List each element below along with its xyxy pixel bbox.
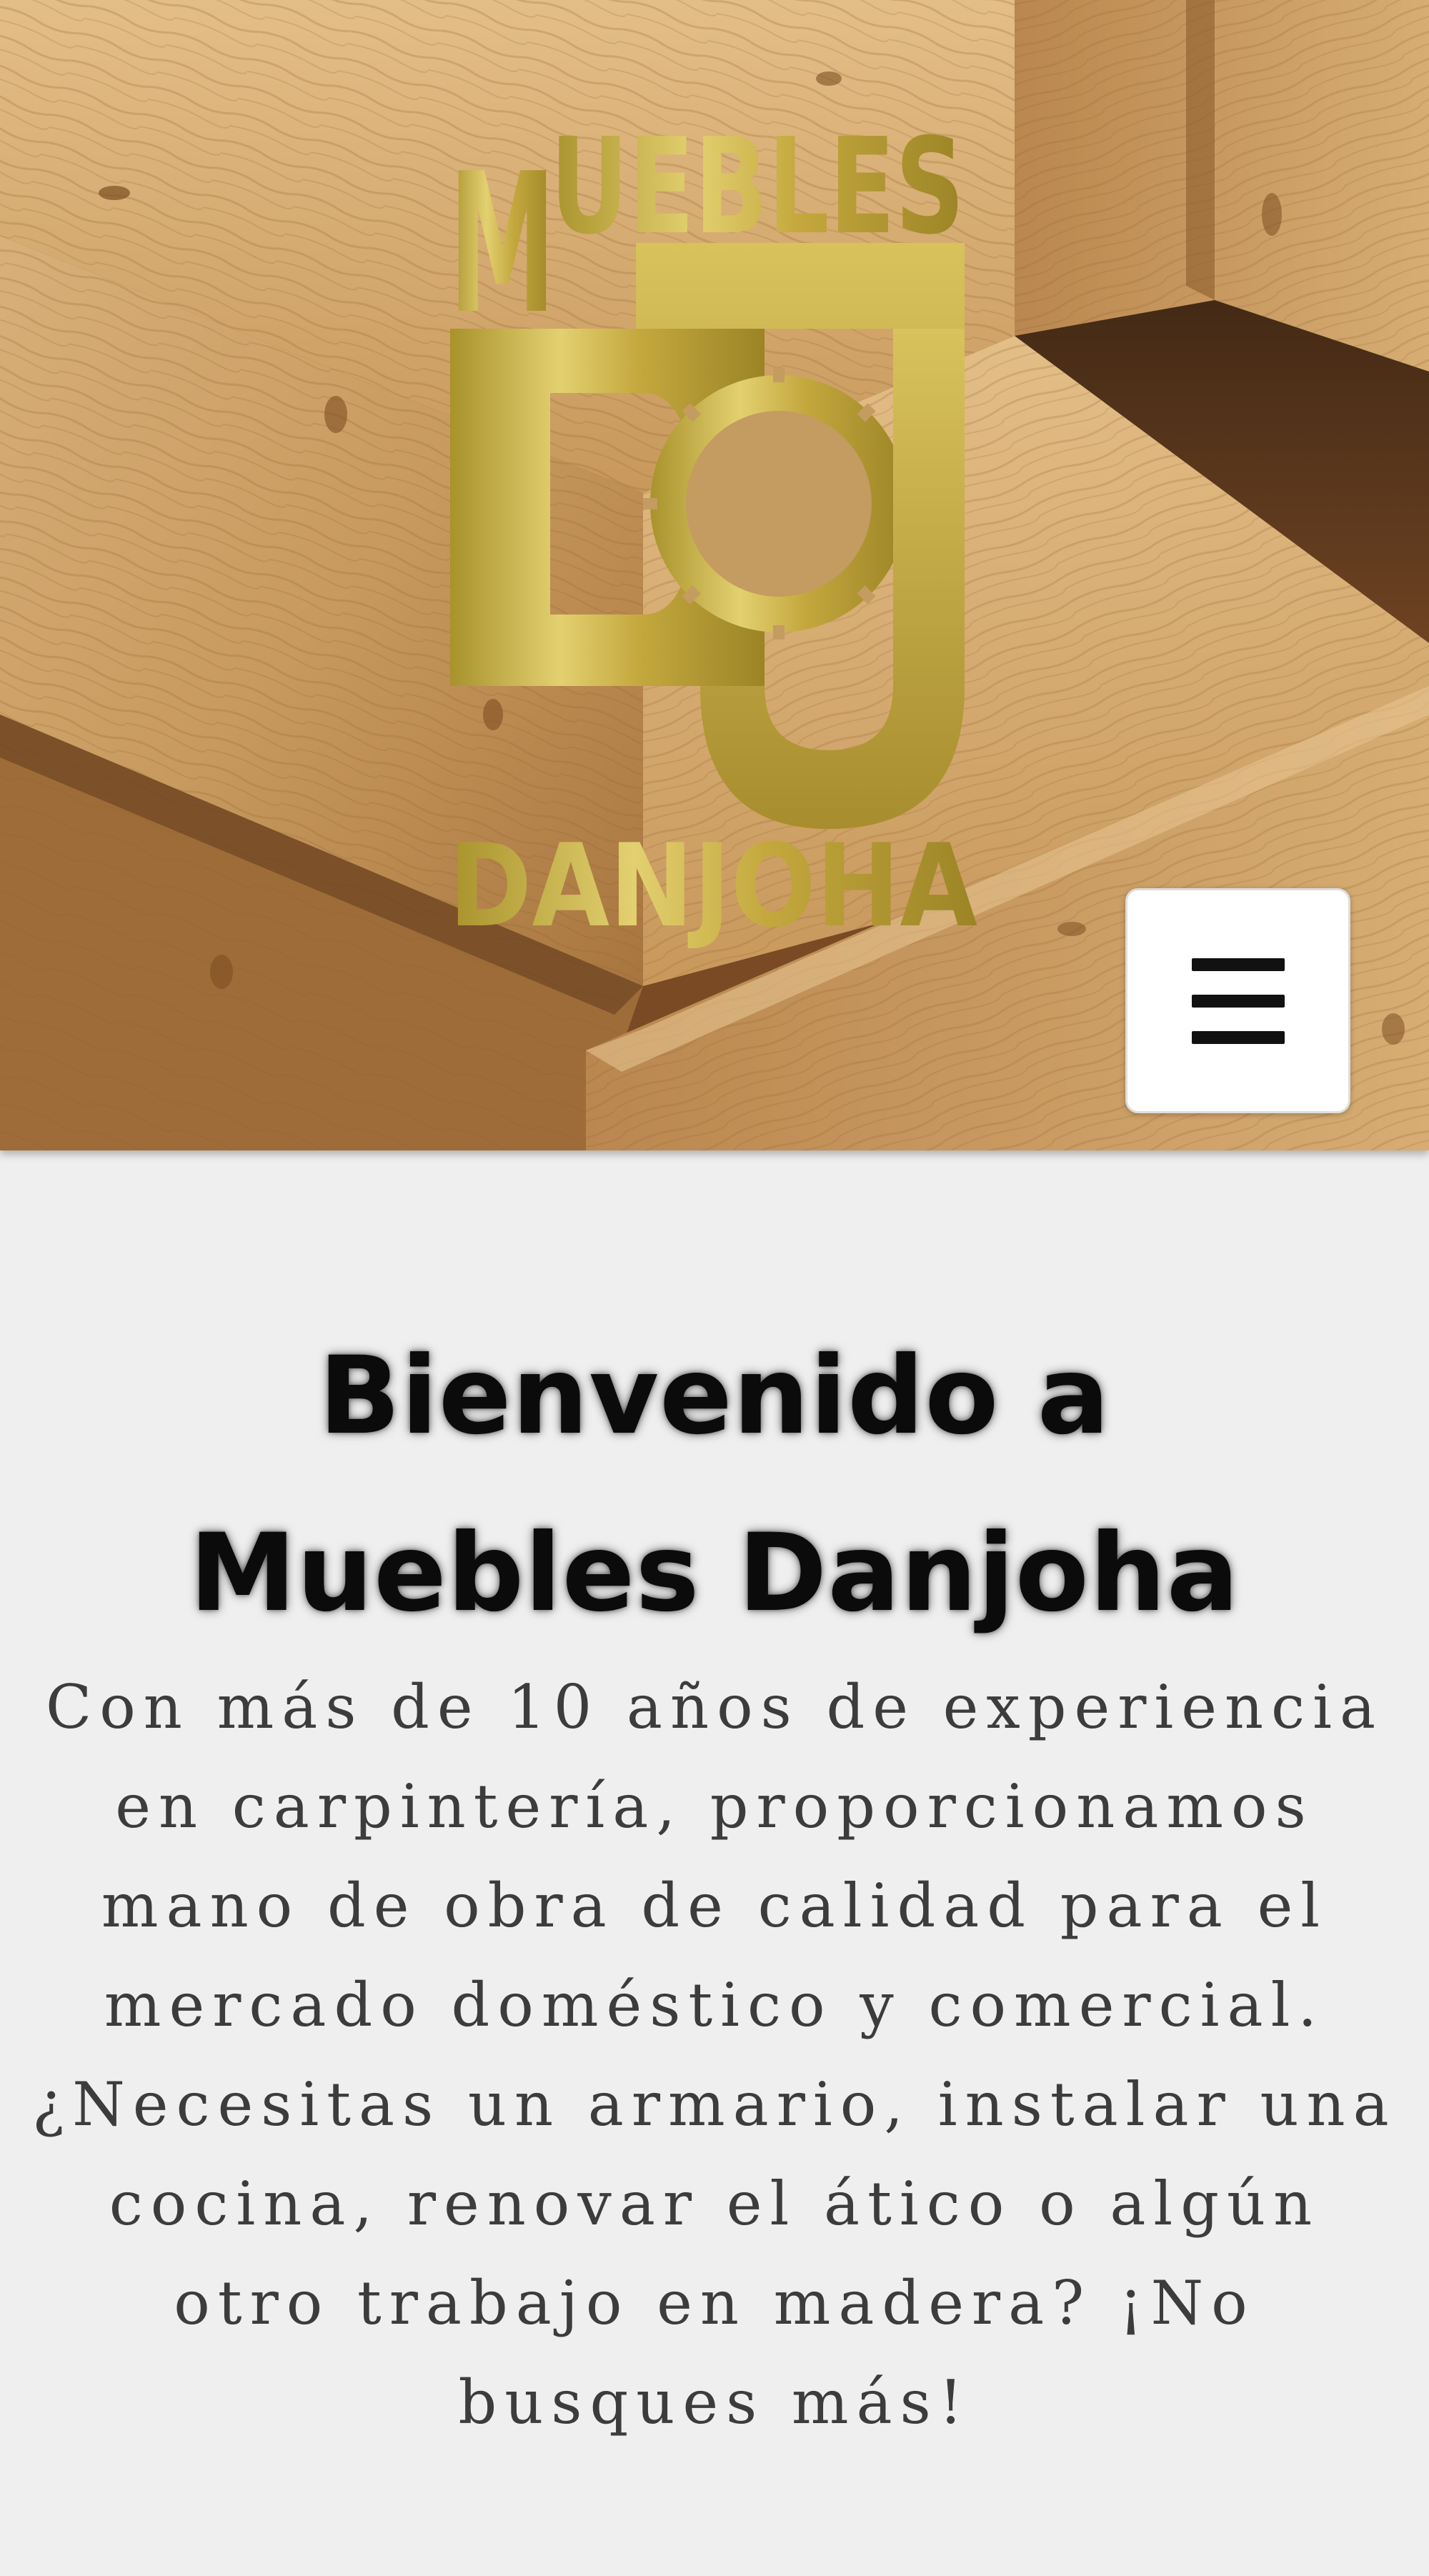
- hero-header: M UEBLES DANJOHA: [0, 0, 1429, 1150]
- logo-bottom-text: DANJOHA: [449, 819, 977, 950]
- page-title: Bienvenido a Muebles Danjoha: [189, 1334, 1240, 1636]
- svg-text:UEBLES: UEBLES: [550, 109, 965, 264]
- muebles-danjoha-logo[interactable]: M UEBLES DANJOHA: [429, 93, 1000, 953]
- logo-top-text: M: [449, 131, 556, 357]
- intro-paragraph: Con más de 10 años de experiencia en car…: [32, 1672, 1397, 2437]
- main-content: Bienvenido a Muebles Danjoha Con más de …: [0, 1150, 1429, 2576]
- hamburger-menu-icon: [1191, 958, 1285, 1044]
- menu-button[interactable]: [1125, 888, 1350, 1113]
